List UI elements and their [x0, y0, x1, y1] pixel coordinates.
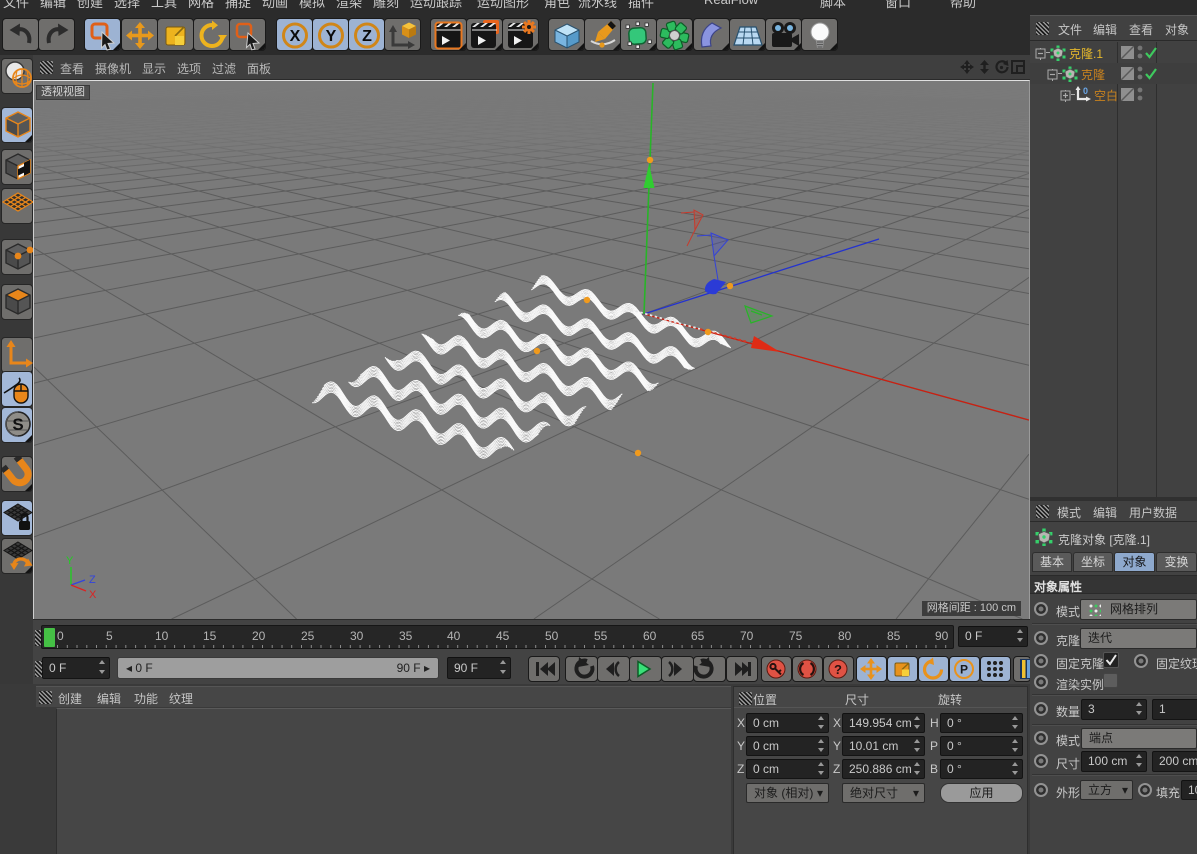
- svg-text:X: X: [290, 28, 301, 45]
- svg-text:Z: Z: [89, 574, 96, 586]
- svg-text:?: ?: [834, 662, 842, 677]
- svg-text:X: X: [89, 589, 97, 601]
- svg-text:S: S: [12, 415, 23, 434]
- svg-text:Y: Y: [326, 28, 337, 45]
- svg-text:0: 0: [1083, 86, 1088, 96]
- svg-text:Y: Y: [66, 555, 74, 567]
- svg-text:Z: Z: [362, 28, 372, 45]
- svg-text:P: P: [960, 663, 968, 677]
